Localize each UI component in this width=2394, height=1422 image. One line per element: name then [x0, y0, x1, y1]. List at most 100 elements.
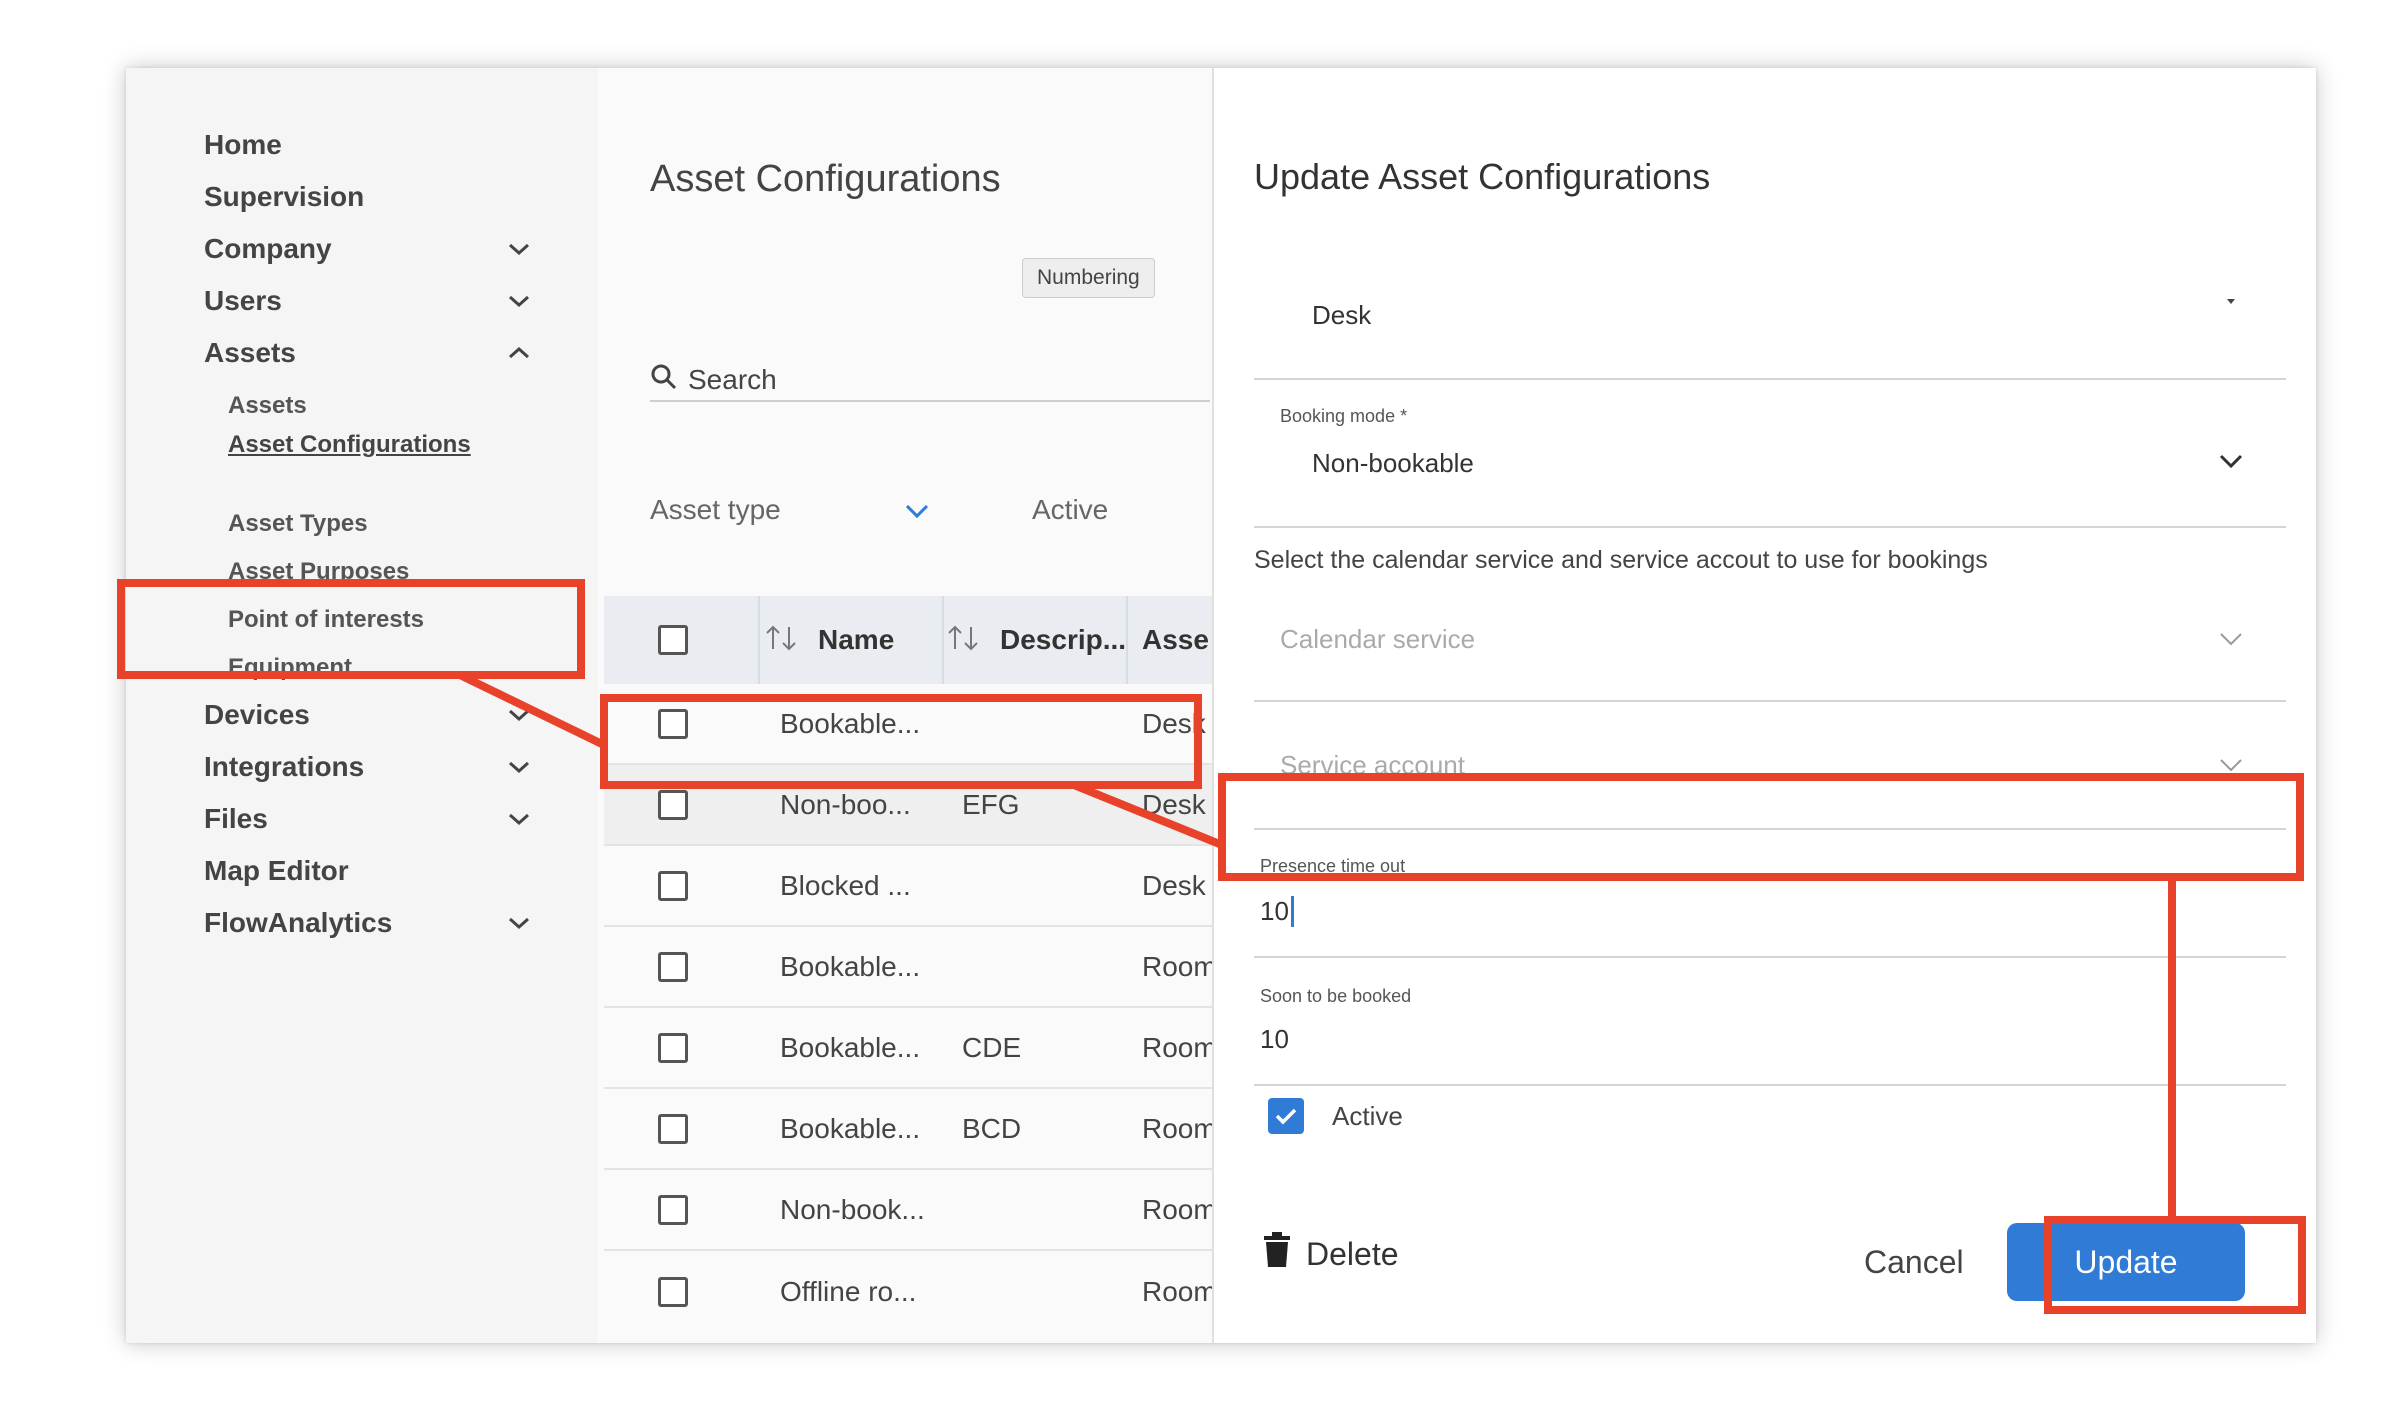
chevron-up-icon [504, 338, 534, 368]
row-asset-type: Room [1142, 1193, 1217, 1225]
row-checkbox[interactable] [658, 1276, 688, 1307]
column-divider [942, 596, 944, 684]
row-checkbox[interactable] [658, 870, 688, 901]
soon-to-be-booked-value[interactable]: 10 [1260, 1024, 1289, 1055]
delete-button[interactable]: Delete [1262, 1232, 1399, 1276]
soon-to-be-booked-label: Soon to be booked [1260, 986, 1412, 1006]
column-divider [1126, 596, 1128, 684]
soon-to-be-booked-field[interactable]: Soon to be booked 10 [1254, 966, 2286, 1086]
sidebar-item-label: Users [204, 285, 282, 316]
row-asset-type: Room [1142, 1031, 1217, 1063]
sidebar-item-label: Assets [204, 337, 296, 368]
row-description [962, 846, 1082, 925]
presence-timeout-label: Presence time out [1260, 856, 1406, 876]
active-filter[interactable]: Active [1032, 488, 1108, 532]
sidebar-sub-assets[interactable]: Assets [228, 392, 528, 420]
search-placeholder: Search [688, 364, 777, 395]
asset-type-select[interactable]: Desk [1254, 238, 2286, 380]
row-checkbox[interactable] [658, 1113, 688, 1144]
row-name: Blocked ... [780, 869, 911, 901]
booking-mode-label: Booking mode * [1280, 406, 1408, 426]
chevron-down-icon [504, 908, 534, 938]
app-window: Home Supervision Company Users Assets As… [126, 68, 2316, 1343]
row-asset-type: Desk [1142, 869, 1206, 901]
sort-description-button[interactable]: Descrip... [946, 596, 1126, 684]
caret-down-icon [2216, 288, 2246, 318]
sidebar-sub-asset-configurations[interactable]: Asset Configurations [228, 428, 528, 462]
sidebar-sub-asset-types[interactable]: Asset Types [228, 510, 528, 538]
sidebar-item-label: Map Editor [204, 855, 349, 886]
select-all-checkbox[interactable] [658, 625, 688, 655]
row-description: BCD [962, 1112, 1022, 1144]
presence-timeout-field[interactable]: Presence time out 10 [1254, 838, 2286, 958]
page-title: Asset Configurations [650, 158, 1001, 200]
service-account-placeholder: Service account [1280, 750, 1465, 780]
sidebar-item-label: Company [204, 233, 332, 264]
row-checkbox[interactable] [658, 708, 688, 739]
sidebar-item-label: Supervision [204, 181, 365, 212]
row-name: Bookable... [780, 707, 921, 739]
sidebar-sub-point-of-interests[interactable]: Point of interests [228, 606, 528, 634]
search-input[interactable]: Search [650, 360, 1210, 402]
chevron-down-icon [504, 700, 534, 730]
column-header-name: Name [818, 624, 895, 655]
update-asset-config-panel: Update Asset Configurations Desk Booking… [1212, 68, 2316, 1343]
sort-asset-type-button[interactable]: Asse [1142, 596, 1209, 684]
delete-label: Delete [1306, 1235, 1399, 1272]
row-asset-type: Room [1142, 1275, 1217, 1307]
row-description [962, 927, 1082, 1006]
cancel-button[interactable]: Cancel [1864, 1244, 1964, 1281]
asset-type-value: Desk [1312, 300, 1372, 330]
chevron-down-icon [504, 752, 534, 782]
row-name: Non-book... [780, 1193, 925, 1225]
sidebar-item-label: FlowAnalytics [204, 907, 393, 938]
booking-mode-select[interactable]: Booking mode * Non-bookable [1254, 380, 2286, 528]
sidebar-item-files[interactable]: Files [204, 789, 534, 849]
row-asset-type: Desk [1142, 788, 1206, 820]
row-description [962, 1251, 1082, 1332]
asset-type-filter-label: Asset type [650, 494, 781, 525]
update-button[interactable]: Update [2007, 1223, 2245, 1301]
row-name: Bookable... [780, 1112, 921, 1144]
row-name: Non-boo... [780, 788, 911, 820]
sidebar-item-assets[interactable]: Assets [204, 323, 534, 383]
sort-name-button[interactable]: Name [764, 596, 894, 684]
column-header-description: Descrip... [1000, 624, 1127, 655]
panel-title: Update Asset Configurations [1254, 156, 1711, 197]
chevron-down-icon [504, 804, 534, 834]
column-divider [758, 596, 760, 684]
row-checkbox[interactable] [658, 951, 688, 982]
row-checkbox[interactable] [658, 789, 688, 820]
sidebar-item-label: Integrations [204, 751, 365, 782]
active-checkbox[interactable]: Active [1268, 1098, 1403, 1134]
row-description [962, 1170, 1082, 1249]
row-checkbox[interactable] [658, 1194, 688, 1225]
sidebar-item-home[interactable]: Home [204, 115, 534, 175]
sidebar-item-users[interactable]: Users [204, 271, 534, 331]
chevron-down-icon [2216, 750, 2246, 780]
chevron-down-icon [2216, 446, 2246, 476]
row-asset-type: Desk [1142, 707, 1206, 739]
row-name: Bookable... [780, 950, 921, 982]
sidebar-sub-equipment[interactable]: Equipment [228, 654, 528, 682]
row-name: Offline ro... [780, 1275, 917, 1307]
sidebar-sub-asset-purposes[interactable]: Asset Purposes [228, 558, 528, 586]
sidebar-item-company[interactable]: Company [204, 219, 534, 279]
sidebar-item-map-editor[interactable]: Map Editor [204, 841, 534, 901]
row-checkbox[interactable] [658, 1032, 688, 1063]
sort-icon [946, 623, 980, 658]
row-description: EFG [962, 788, 1020, 820]
asset-type-filter[interactable]: Asset type [650, 488, 930, 532]
row-description [962, 684, 1082, 763]
sidebar-item-devices[interactable]: Devices [204, 685, 534, 745]
sidebar-item-supervision[interactable]: Supervision [204, 167, 534, 227]
sidebar-item-flowanalytics[interactable]: FlowAnalytics [204, 893, 534, 953]
sidebar-item-label: Devices [204, 699, 310, 730]
chevron-down-icon [904, 494, 930, 526]
calendar-service-select[interactable]: Calendar service [1254, 580, 2286, 702]
sidebar-item-integrations[interactable]: Integrations [204, 737, 534, 797]
row-description: CDE [962, 1031, 1022, 1063]
sidebar: Home Supervision Company Users Assets As… [126, 68, 598, 1343]
presence-timeout-value[interactable]: 10 [1260, 896, 1294, 927]
service-account-select[interactable]: Service account [1254, 702, 2286, 830]
